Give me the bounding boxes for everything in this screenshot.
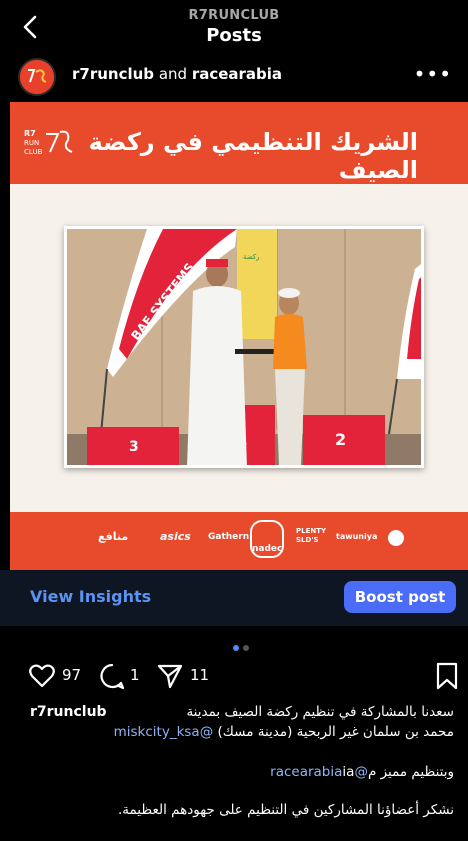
bookmark-icon[interactable] [436,662,458,690]
post-author-row: r7runclub and racearabia ••• [0,52,468,102]
event-photo-illustration: ركضة BAE SYSTEMS 3 1 2 [67,229,421,465]
sponsor-manafa: منافع [98,530,129,543]
podium-2-label: 2 [335,430,346,449]
boost-post-button[interactable]: Boost post [344,581,456,613]
sponsor-banner: منافع asics Gathern nadec PLENTY SLD'S t… [10,512,468,570]
account-name: R7RUNCLUB [188,8,280,23]
avatar[interactable] [18,58,56,96]
caption-line-3: وبتنظيم مميز م@racearabiaia [30,764,454,780]
more-options-icon[interactable]: ••• [414,62,452,86]
sponsor-tawuniya: tawuniya [336,532,378,541]
post-authors[interactable]: r7runclub and racearabia [72,65,282,83]
share-count[interactable]: 11 [190,666,209,684]
page-title: Posts [206,25,262,46]
view-insights-link[interactable]: View Insights [30,587,151,606]
like-count[interactable]: 97 [62,666,81,684]
caption-line-3-prefix: وبتنظيم مميز م [367,764,454,780]
banner-title: الشريك التنظيمي في ركضة الصيف [88,128,418,184]
top-banner: R7 RUN CLUB الشريك التنظيمي في ركضة الصي… [10,102,468,184]
carousel-dot [243,645,249,651]
post-image[interactable]: R7 RUN CLUB الشريك التنظيمي في ركضة الصي… [10,102,468,570]
heart-icon[interactable] [28,662,56,690]
caption-line-2-text: محمد بن سلمان غير الربحية (مدينة مسك) [217,724,454,740]
sponsor-gathern: Gathern [208,532,250,542]
post-actions: 97 1 11 [0,656,468,696]
event-photo: ركضة BAE SYSTEMS 3 1 2 [64,226,424,468]
sponsor-plenty: PLENTY SLD'S [296,527,327,544]
carousel-dot-active [233,645,239,651]
author-secondary[interactable]: racearabia [192,65,282,83]
comment-count[interactable]: 1 [130,666,140,684]
caption-line-1: سعدنا بالمشاركة في تنظيم ركضة الصيف بمدي… [186,704,454,720]
mention-racearabia[interactable]: @racearabia [270,764,368,780]
author-joiner: and [154,65,192,83]
caption-username[interactable]: r7runclub [30,704,107,720]
r7-logo-icon [20,60,54,94]
comment-icon[interactable] [98,662,126,690]
svg-text:ركضة: ركضة [243,253,260,261]
carousel-indicator [233,636,253,655]
sponsor-circle-icon [388,530,404,546]
caption-line-4: نشكر أعضاؤنا المشاركين في التنظيم على جه… [117,802,454,818]
author-primary[interactable]: r7runclub [72,65,154,83]
sponsor-asics: asics [160,530,191,543]
mention-miskcity[interactable]: @miskcity_ksa [114,724,214,740]
insights-bar: View Insights Boost post [0,570,468,626]
top-bar: R7RUNCLUB Posts [0,0,468,52]
podium-3-label: 3 [129,439,139,455]
share-icon[interactable] [156,662,184,690]
sponsor-nadec: nadec [250,520,284,558]
caption-line-3-suffix: ia [342,764,355,780]
caption-line-2: محمد بن سلمان غير الربحية (مدينة مسك) @m… [30,724,454,740]
